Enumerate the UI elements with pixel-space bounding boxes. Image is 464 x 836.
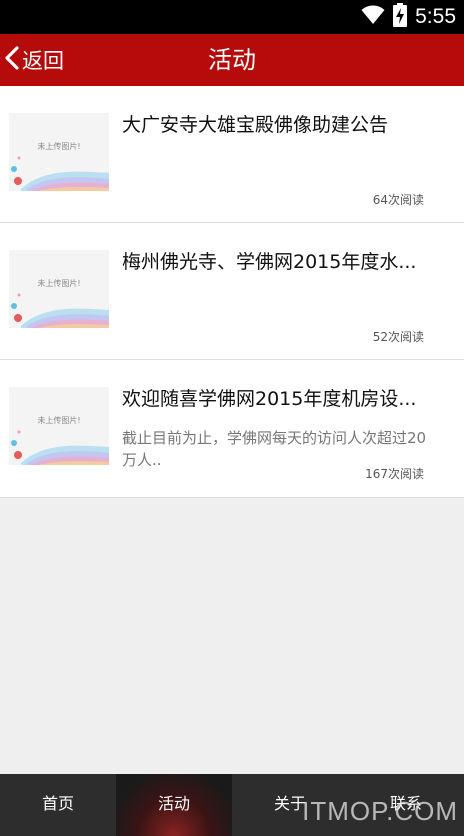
item-title: 梅州佛光寺、学佛网2015年度水... — [122, 251, 417, 273]
back-label: 返回 — [22, 49, 64, 73]
image-placeholder: 未上传图片! — [9, 113, 109, 191]
page-title: 活动 — [208, 46, 256, 74]
back-button[interactable]: 返回 — [4, 42, 64, 78]
read-count: 64次阅读 — [372, 193, 424, 207]
placeholder-wave-graphic — [11, 293, 109, 328]
list-item[interactable]: 未上传图片! 欢迎随喜学佛网2015年度机房设... 截止目前为止，学佛网每天的… — [0, 360, 464, 498]
status-time: 5:55 — [415, 5, 456, 28]
placeholder-wave-graphic — [11, 156, 109, 191]
list-item[interactable]: 未上传图片! 大广安寺大雄宝殿佛像助建公告 64次阅读 — [0, 86, 464, 223]
image-placeholder: 未上传图片! — [9, 250, 109, 328]
chevron-left-icon — [4, 45, 20, 75]
status-icons: 5:55 — [361, 3, 456, 31]
image-placeholder: 未上传图片! — [9, 387, 109, 465]
status-bar: 5:55 — [0, 0, 464, 34]
battery-charging-icon — [393, 3, 408, 31]
placeholder-wave-graphic — [11, 430, 109, 465]
item-title: 欢迎随喜学佛网2015年度机房设... — [122, 388, 417, 410]
wifi-icon — [361, 5, 385, 29]
list-item[interactable]: 未上传图片! 梅州佛光寺、学佛网2015年度水... 52次阅读 — [0, 223, 464, 360]
tab-home[interactable]: 首页 — [0, 774, 116, 836]
watermark: ITMOP.COM — [302, 796, 458, 826]
item-title: 大广安寺大雄宝殿佛像助建公告 — [122, 114, 389, 136]
read-count: 167次阅读 — [365, 467, 424, 481]
activity-list: 未上传图片! 大广安寺大雄宝殿佛像助建公告 64次阅读 未上传图片! 梅州佛光寺… — [0, 86, 464, 498]
title-bar: 返回 活动 — [0, 34, 464, 86]
read-count: 52次阅读 — [372, 330, 424, 344]
tab-activities[interactable]: 活动 — [116, 774, 232, 836]
